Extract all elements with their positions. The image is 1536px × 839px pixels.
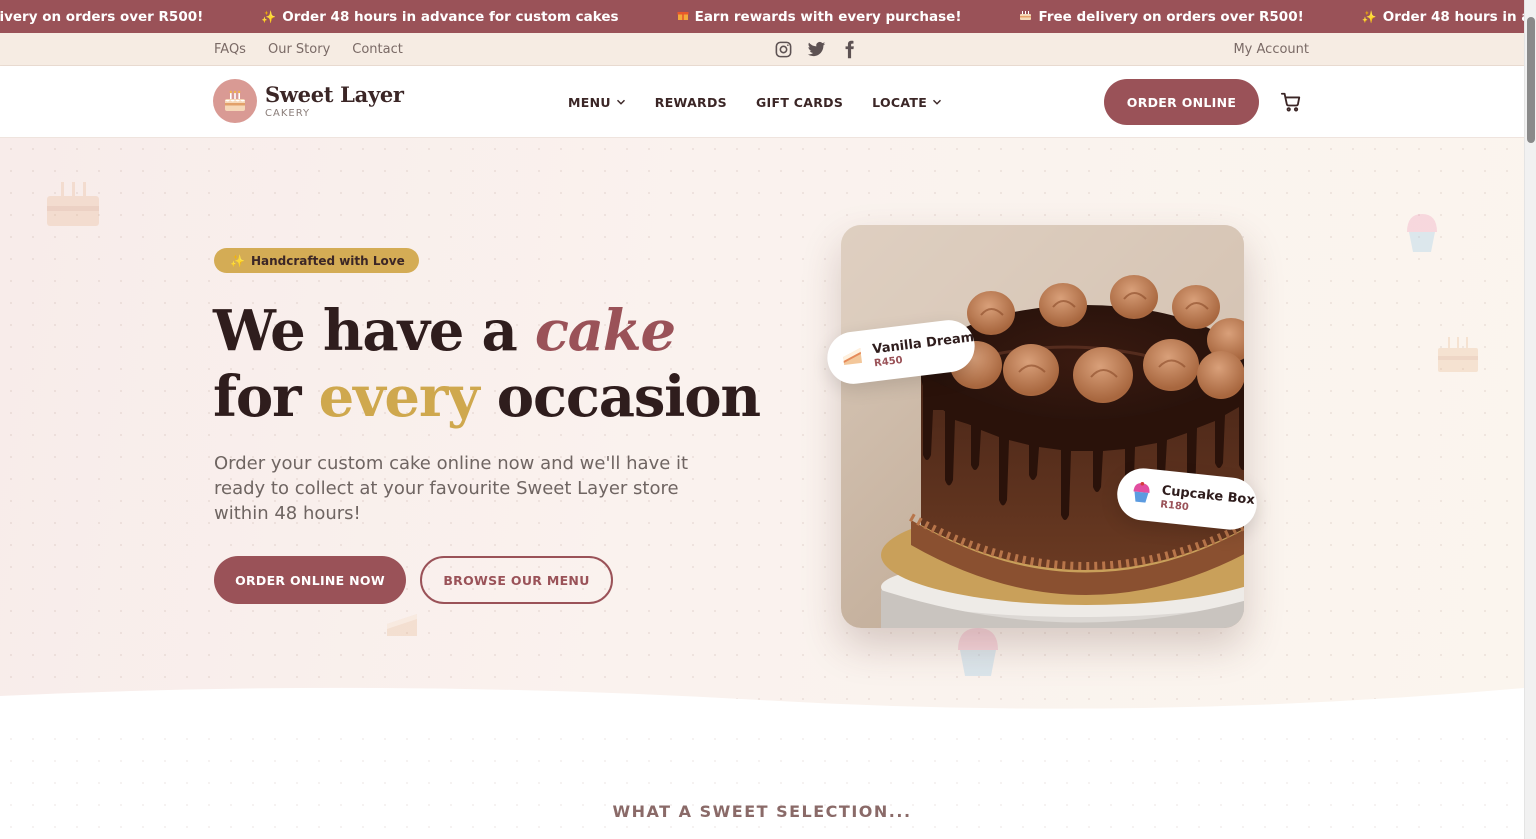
chevron-down-icon <box>616 99 625 105</box>
product-card-text: Vanilla Dream R450 <box>872 330 977 369</box>
headline-line-1: We have a cake <box>213 298 760 364</box>
ticker-item: Free delivery on orders over R500! <box>0 9 203 25</box>
logo[interactable]: Sweet Layer CAKERY <box>213 79 404 123</box>
handcrafted-badge: ✨ Handcrafted with Love <box>214 248 419 273</box>
sparkle-icon: ✨ <box>261 9 277 24</box>
ticker-text: Earn rewards with every purchase! <box>694 8 962 25</box>
decor-cake-slice-icon <box>387 614 417 636</box>
selection-section: WHAT A SWEET SELECTION... <box>0 728 1524 839</box>
brand-tagline: CAKERY <box>265 108 311 119</box>
sparkle-icon: ✨ <box>230 253 245 268</box>
hero-wave-divider <box>0 687 1524 728</box>
ticker-item: Free delivery on orders over R500! <box>1019 8 1304 25</box>
cake-icon <box>1019 9 1032 24</box>
sparkle-icon: ✨ <box>1361 9 1377 24</box>
hero-headline: We have a cake for every occasion <box>213 298 761 430</box>
headline-part-2: for <box>213 364 319 430</box>
instagram-icon[interactable] <box>774 40 793 59</box>
nav-rewards[interactable]: REWARDS <box>655 95 727 110</box>
order-online-now-button[interactable]: ORDER ONLINE NOW <box>214 556 406 604</box>
page-scrollbar[interactable] <box>1524 0 1536 839</box>
headline-line-2: for every occasion <box>213 364 761 430</box>
site-header: Sweet Layer CAKERY MENU REWARDS GIFT CAR… <box>0 66 1524 138</box>
headline-part-1: We have a <box>213 298 535 364</box>
ticker-item: Earn rewards with every purchase! <box>677 8 962 25</box>
chevron-down-icon <box>933 99 942 105</box>
dot-pattern <box>0 728 1524 839</box>
logo-cake-icon <box>213 79 257 123</box>
main-nav: MENU REWARDS GIFT CARDS LOCATE <box>568 66 942 138</box>
nav-locate[interactable]: LOCATE <box>872 95 942 110</box>
brand-name: Sweet Layer <box>265 82 404 107</box>
hero-cake-image <box>841 225 1244 628</box>
hero-section: ✨ Handcrafted with Love We have a cake f… <box>0 138 1524 728</box>
ticker-text: Free delivery on orders over R500! <box>0 8 204 25</box>
ticker-track: Free delivery on orders over R500! ✨ Ord… <box>0 0 1536 33</box>
product-card-text: Cupcake Box R180 <box>1160 483 1256 520</box>
browse-menu-button[interactable]: BROWSE OUR MENU <box>420 556 613 604</box>
ticker-item: ✨ Order 48 hours in advance for custom c… <box>261 9 618 25</box>
social-links <box>774 33 859 66</box>
my-account-link[interactable]: My Account <box>1233 33 1309 66</box>
announcement-ticker: Free delivery on orders over R500! ✨ Ord… <box>0 0 1536 33</box>
facebook-icon[interactable] <box>840 40 859 59</box>
decor-cupcake-icon <box>958 628 998 676</box>
headline-part-3: occasion <box>478 364 761 430</box>
decor-cake-icon <box>1438 337 1478 372</box>
badge-label: Handcrafted with Love <box>250 253 405 268</box>
cupcake-icon <box>1130 480 1153 508</box>
faqs-link[interactable]: FAQs <box>214 42 246 57</box>
scrollbar-thumb[interactable] <box>1527 17 1535 143</box>
ticker-text: Free delivery on orders over R500! <box>1038 8 1304 25</box>
our-story-link[interactable]: Our Story <box>268 42 330 57</box>
decor-cupcake-icon <box>1407 214 1437 252</box>
utility-bar: FAQs Our Story Contact My Account <box>0 33 1524 66</box>
nav-menu-label: MENU <box>568 94 611 110</box>
contact-link[interactable]: Contact <box>352 42 403 57</box>
ticker-text: Order 48 hours in advance for custom cak… <box>282 8 619 25</box>
order-online-button[interactable]: ORDER ONLINE <box>1104 79 1259 125</box>
section-eyebrow: WHAT A SWEET SELECTION... <box>612 802 912 821</box>
cake-slice-icon <box>840 344 865 372</box>
twitter-icon[interactable] <box>807 40 826 59</box>
ticker-item: ✨ Order 48 hours in advance for custom c… <box>1362 9 1536 25</box>
logo-text: Sweet Layer CAKERY <box>265 82 404 120</box>
dot-pattern <box>0 138 1524 728</box>
nav-gift-cards[interactable]: GIFT CARDS <box>756 95 843 110</box>
cart-icon[interactable] <box>1280 91 1302 113</box>
ticker-text: Order 48 hours in advance for custom cak… <box>1382 8 1536 25</box>
decor-cake-icon <box>47 182 99 226</box>
gift-icon <box>677 9 689 24</box>
headline-accent-every: every <box>318 364 480 430</box>
hero-subtitle: Order your custom cake online now and we… <box>214 453 689 524</box>
nav-locate-label: LOCATE <box>872 94 928 110</box>
headline-accent-cake: cake <box>534 298 676 364</box>
utility-links: FAQs Our Story Contact <box>214 33 403 66</box>
nav-menu[interactable]: MENU <box>568 95 626 110</box>
